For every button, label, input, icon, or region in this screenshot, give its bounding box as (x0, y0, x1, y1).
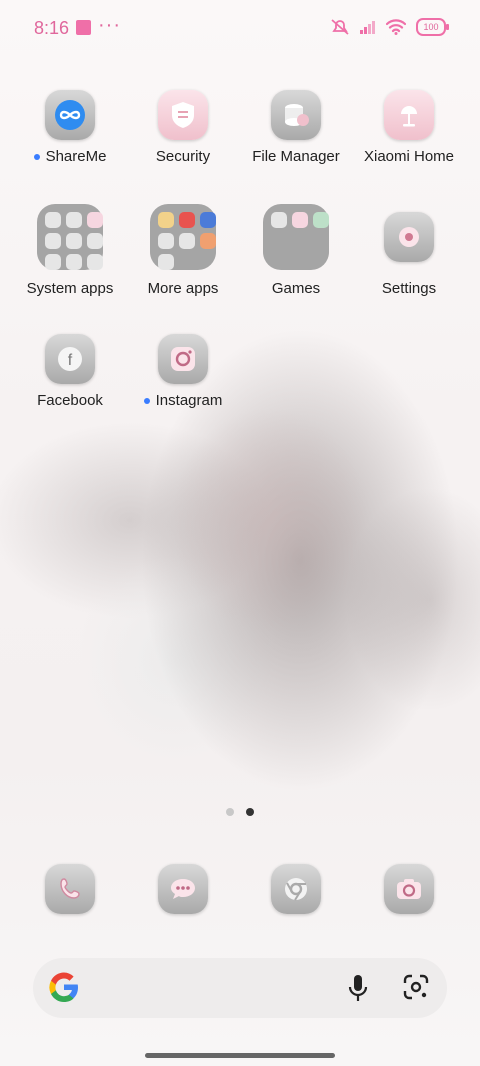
folder-games[interactable]: Games (240, 204, 352, 297)
instagram-icon (158, 334, 208, 384)
folder-app-icon (179, 233, 195, 249)
page-dot[interactable] (226, 808, 234, 816)
chrome-icon[interactable] (271, 864, 321, 914)
app-shareme[interactable]: ShareMe (14, 90, 126, 165)
app-settings[interactable]: Settings (353, 212, 465, 297)
app-security[interactable]: Security (127, 90, 239, 165)
folder-icon (263, 204, 329, 270)
battery-icon: 100 (416, 18, 449, 36)
microphone-icon[interactable] (347, 974, 369, 1002)
folder-app-icon (87, 212, 103, 228)
folder-icon (37, 204, 103, 270)
folder-app-icon (66, 233, 82, 249)
app-label: System apps (26, 280, 114, 297)
signal-icon (360, 21, 375, 34)
folder-app-icon (313, 212, 329, 228)
messages-icon[interactable] (158, 864, 208, 914)
folder-app-icon (66, 254, 82, 270)
folder-app-icon (292, 212, 308, 228)
settings-icon (384, 212, 434, 262)
folder-app-icon (87, 254, 103, 270)
app-label: File Manager (252, 148, 340, 165)
folder-app-icon (45, 212, 61, 228)
page-dot-active[interactable] (246, 808, 254, 816)
folder-system-apps[interactable]: System apps (14, 204, 126, 297)
app-label: Xiaomi Home (363, 148, 455, 165)
google-logo-icon[interactable] (47, 970, 81, 1004)
google-search-bar[interactable] (33, 958, 447, 1018)
phone-icon[interactable] (45, 864, 95, 914)
page-indicator[interactable] (0, 808, 480, 816)
app-label: Security (155, 148, 211, 165)
app-label: More apps (147, 280, 219, 297)
clock: 8:16 (34, 18, 70, 38)
folder-app-icon (158, 212, 174, 228)
status-bar: 8:16 ··· 100 (0, 0, 480, 56)
app-label: ShareMe (45, 148, 107, 165)
mute-icon (331, 19, 349, 35)
svg-text:f: f (68, 352, 73, 369)
notification-icon (76, 20, 91, 35)
new-install-dot (143, 398, 150, 405)
app-xiaomi-home[interactable]: Xiaomi Home (353, 90, 465, 165)
battery-level: 100 (423, 22, 439, 32)
folder-app-icon (45, 233, 61, 249)
wifi-icon (386, 19, 406, 35)
folder-app-icon (200, 233, 216, 249)
facebook-icon: f (45, 334, 95, 384)
google-lens-icon[interactable] (403, 974, 429, 1000)
folder-app-icon (87, 233, 103, 249)
folder-app-icon (66, 212, 82, 228)
folder-app-icon (271, 212, 287, 228)
folder-more-apps[interactable]: More apps (127, 204, 239, 297)
folder-app-icon (45, 254, 61, 270)
folder-icon (150, 204, 216, 270)
app-label: Games (271, 280, 321, 297)
folder-app-icon (200, 212, 216, 228)
gesture-navigation-bar[interactable] (145, 1053, 335, 1058)
folder-app-icon (158, 254, 174, 270)
shareme-icon (45, 90, 95, 140)
camera-icon[interactable] (384, 864, 434, 914)
security-icon (158, 90, 208, 140)
app-label: Settings (381, 280, 437, 297)
file-manager-icon (271, 90, 321, 140)
more-notifications-icon: ··· (98, 14, 121, 36)
xiaomi-home-icon (384, 90, 434, 140)
app-instagram[interactable]: Instagram (127, 334, 239, 409)
app-file-manager[interactable]: File Manager (240, 90, 352, 165)
app-label: Instagram (155, 392, 223, 409)
app-label: Facebook (37, 392, 103, 409)
new-install-dot (33, 154, 40, 161)
folder-app-icon (158, 233, 174, 249)
app-facebook[interactable]: f Facebook (14, 334, 126, 409)
folder-app-icon (179, 212, 195, 228)
